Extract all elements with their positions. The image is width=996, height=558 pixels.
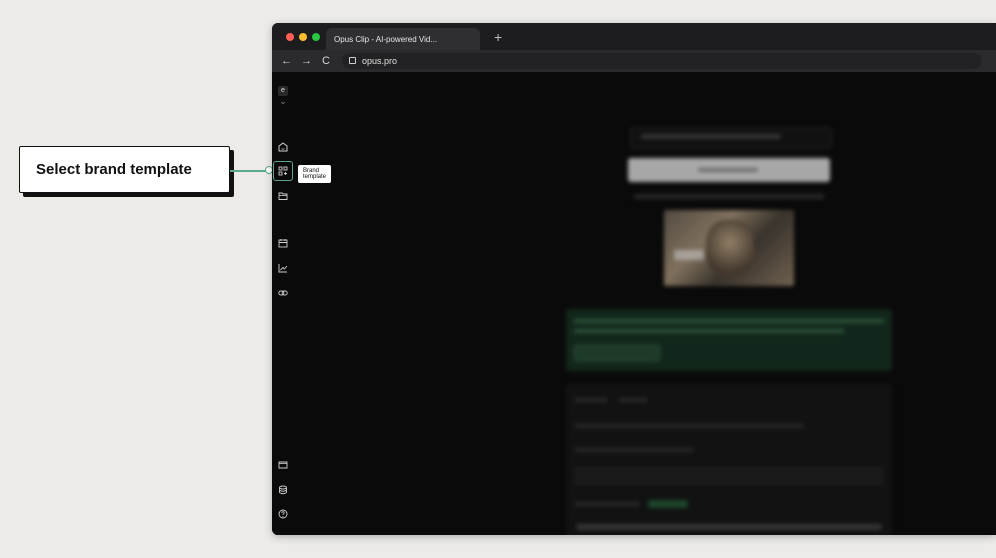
minimize-window-icon[interactable] [299, 33, 307, 41]
reload-icon[interactable]: C [322, 55, 330, 67]
sidebar: e ⌄ Brand template [272, 72, 332, 535]
address-bar: ← → C opus.pro [272, 50, 996, 72]
info-notice [566, 309, 892, 371]
back-icon[interactable]: ← [281, 55, 292, 67]
url-field[interactable]: opus.pro [342, 53, 982, 69]
calendar-icon[interactable] [278, 238, 288, 248]
link-icon[interactable] [278, 288, 288, 298]
brand-template-icon[interactable] [278, 166, 288, 176]
browser-tab[interactable]: Opus Clip - AI-powered Vid... [326, 28, 480, 50]
get-clips-button[interactable] [628, 158, 830, 182]
clip-settings-row [634, 194, 824, 199]
callout-text: Select brand template [36, 161, 192, 178]
video-link-input[interactable] [630, 127, 832, 149]
database-icon[interactable] [278, 485, 288, 495]
home-icon[interactable] [278, 142, 288, 152]
lock-icon [349, 57, 356, 64]
chevron-down-icon[interactable]: ⌄ [278, 96, 288, 106]
workspace-avatar[interactable]: e [278, 86, 288, 96]
video-thumbnail [664, 210, 794, 286]
analytics-icon[interactable] [278, 263, 288, 273]
topic-input[interactable] [574, 466, 884, 486]
tab-bar: Opus Clip - AI-powered Vid... + [272, 23, 996, 50]
tab-title: Opus Clip - AI-powered Vid... [334, 34, 438, 44]
folder-icon[interactable] [278, 191, 288, 201]
maximize-window-icon[interactable] [312, 33, 320, 41]
browser-window: Opus Clip - AI-powered Vid... + ← → C op… [272, 23, 996, 535]
clip-settings-card [566, 384, 892, 535]
help-icon[interactable] [278, 509, 288, 519]
new-tab-button[interactable]: + [494, 29, 502, 45]
notice-action-button[interactable] [574, 345, 660, 361]
inbox-icon[interactable] [278, 460, 288, 470]
close-window-icon[interactable] [286, 33, 294, 41]
instruction-callout: Select brand template [19, 146, 230, 193]
url-text: opus.pro [362, 56, 398, 66]
callout-connector [230, 170, 268, 172]
app-area: e ⌄ Brand template [272, 72, 996, 535]
main-content-blurred [294, 72, 996, 535]
forward-icon[interactable]: → [301, 55, 312, 67]
